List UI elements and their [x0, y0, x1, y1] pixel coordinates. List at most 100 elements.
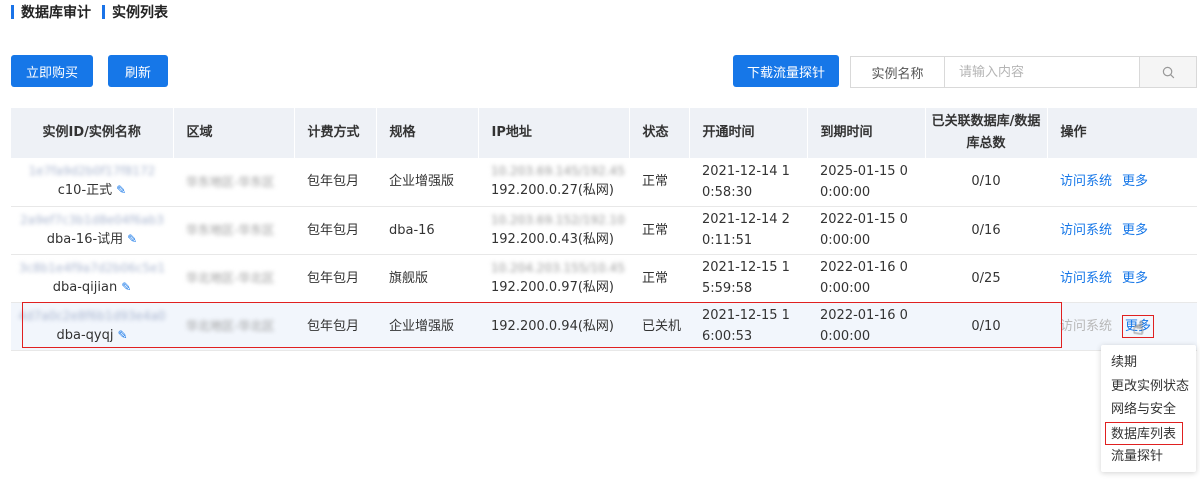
region-value: 华东地区-华东区 [186, 174, 275, 189]
col-ip: IP地址 [478, 108, 630, 158]
instance-name: dba-16-试用 [46, 231, 124, 247]
menu-item-change-status[interactable]: 更改实例状态 [1101, 375, 1196, 399]
instance-id[interactable]: 4d7a0c2e8f6b1d93e4a0 [11, 307, 173, 325]
table-row: 2a9ef7c3b1d8e04f6ab3 dba-16-试用 ✎ 华东地区-华东区… [11, 206, 1197, 255]
breadcrumb: 数据库审计 实例列表 [11, 2, 179, 22]
db-count-cell: 0/25 [925, 254, 1047, 303]
spec-cell: 旗舰版 [376, 254, 478, 303]
search-bar: 实例名称 [850, 56, 1197, 88]
col-billing: 计费方式 [294, 108, 377, 158]
expire-time-cell: 2022-01-16 00:00:00 [807, 254, 925, 303]
expire-time-cell: 2022-01-15 00:00:00 [807, 206, 925, 255]
db-count-cell: 0/10 [925, 302, 1047, 351]
open-time-cell: 2021-12-15 16:00:53 [689, 302, 807, 351]
more-dropdown-menu: 续期 更改实例状态 网络与安全 数据库列表 流量探针 [1101, 345, 1196, 472]
public-ip: 10.203.69.152/192.10 [491, 212, 625, 227]
more-link[interactable]: 更多 [1122, 223, 1148, 238]
buy-now-button[interactable]: 立即购买 [11, 55, 93, 87]
more-link[interactable]: 更多 [1122, 174, 1148, 189]
more-link[interactable]: 更多 [1122, 271, 1148, 286]
ip-cell: 10.203.69.152/192.10 192.200.0.43(私网) [478, 206, 629, 255]
status-cell: 已关机 [629, 302, 689, 351]
col-instance: 实例ID/实例名称 [11, 108, 174, 158]
breadcrumb-marker [102, 5, 105, 19]
region-cell: 华东地区-华东区 [173, 206, 294, 255]
open-time-cell: 2021-12-14 10:58:30 [689, 158, 807, 207]
billing-cell: 包年包月 [294, 254, 376, 303]
more-link-active[interactable]: 更多 ☝ [1122, 314, 1155, 339]
private-ip: 192.200.0.97(私网) [491, 279, 614, 295]
instance-id[interactable]: 3c8b1e4f9a7d2b06c5e1 [11, 259, 173, 277]
table-row: 1e7fa9d2b0f17f8172 c10-正式 ✎ 华东地区-华东区 包年包月… [11, 158, 1197, 207]
menu-item-network-security[interactable]: 网络与安全 [1101, 398, 1196, 422]
instance-cell: 2a9ef7c3b1d8e04f6ab3 dba-16-试用 ✎ [11, 206, 173, 255]
region-value: 华东地区-华东区 [186, 223, 275, 237]
edit-name-icon[interactable]: ✎ [117, 328, 127, 342]
instance-table: 实例ID/实例名称 区域 计费方式 规格 IP地址 状态 开通时间 到期时间 已… [11, 108, 1198, 351]
open-time-cell: 2021-12-15 15:59:58 [689, 254, 807, 303]
search-icon [1162, 66, 1174, 78]
region-cell: 华北地区-华北区 [173, 254, 294, 303]
region-value: 华北地区-华北区 [186, 271, 275, 285]
edit-name-icon[interactable]: ✎ [121, 280, 131, 294]
breadcrumb-item-audit[interactable]: 数据库审计 [21, 2, 91, 22]
expire-time-cell: 2022-01-16 00:00:00 [807, 302, 925, 351]
spec-cell: dba-16 [376, 206, 478, 255]
spec-cell: 企业增强版 [376, 302, 478, 351]
instance-cell: 1e7fa9d2b0f17f8172 c10-正式 ✎ [11, 158, 173, 207]
public-ip: 10.204.203.155/10.45 [491, 260, 625, 275]
edit-name-icon[interactable]: ✎ [127, 232, 137, 246]
instance-cell: 4d7a0c2e8f6b1d93e4a0 dba-qyqj ✎ [11, 302, 173, 351]
search-input[interactable] [945, 57, 1139, 87]
col-expire-time: 到期时间 [807, 108, 926, 158]
menu-item-renew[interactable]: 续期 [1101, 351, 1196, 375]
public-ip: 10.203.69.145/192.45 [491, 164, 625, 179]
visit-system-link[interactable]: 访问系统 [1060, 271, 1112, 286]
search-type-select[interactable]: 实例名称 [851, 57, 945, 87]
spec-cell: 企业增强版 [376, 158, 478, 207]
hand-cursor-icon: ☝ [1133, 317, 1144, 339]
actions-cell: 访问系统 更多 [1047, 206, 1197, 255]
breadcrumb-item-instances: 实例列表 [112, 5, 168, 21]
table-row: 3c8b1e4f9a7d2b06c5e1 dba-qijian ✎ 华北地区-华北… [11, 254, 1197, 303]
private-ip: 192.200.0.43(私网) [491, 231, 614, 247]
billing-cell: 包年包月 [294, 206, 376, 255]
col-actions: 操作 [1047, 108, 1198, 158]
edit-name-icon[interactable]: ✎ [116, 183, 126, 197]
col-spec: 规格 [376, 108, 479, 158]
download-probe-button[interactable]: 下载流量探针 [733, 55, 839, 87]
status-cell: 正常 [629, 254, 689, 303]
col-region: 区域 [173, 108, 295, 158]
col-open-time: 开通时间 [689, 108, 808, 158]
actions-cell: 访问系统 更多 [1047, 254, 1197, 303]
col-status: 状态 [629, 108, 690, 158]
search-button[interactable] [1139, 57, 1196, 87]
actions-cell: 访问系统 更多 [1047, 158, 1197, 207]
region-cell: 华东地区-华东区 [173, 158, 294, 207]
col-db-count: 已关联数据库/数据库总数 [925, 108, 1048, 158]
breadcrumb-marker [11, 5, 14, 19]
refresh-button[interactable]: 刷新 [108, 55, 168, 87]
instance-id[interactable]: 1e7fa9d2b0f17f8172 [11, 162, 173, 180]
billing-cell: 包年包月 [294, 158, 376, 207]
menu-item-database-list[interactable]: 数据库列表 [1105, 421, 1183, 445]
visit-system-link-disabled: 访问系统 [1060, 318, 1113, 334]
instance-name: c10-正式 [57, 183, 113, 199]
status-cell: 正常 [629, 158, 689, 207]
actions-cell: 访问系统 更多 ☝ [1047, 302, 1197, 351]
expire-time-cell: 2025-01-15 00:00:00 [807, 158, 925, 207]
ip-cell: 10.204.203.155/10.45 192.200.0.97(私网) [478, 254, 629, 303]
private-ip: 192.200.0.27(私网) [491, 183, 614, 199]
table-header-row: 实例ID/实例名称 区域 计费方式 规格 IP地址 状态 开通时间 到期时间 已… [11, 108, 1198, 158]
region-value: 华北地区-华北区 [186, 319, 275, 333]
visit-system-link[interactable]: 访问系统 [1060, 223, 1112, 238]
instance-name: dba-qijian [52, 279, 118, 295]
billing-cell: 包年包月 [294, 302, 376, 351]
db-count-cell: 0/16 [925, 206, 1047, 255]
table-row-selected: 4d7a0c2e8f6b1d93e4a0 dba-qyqj ✎ 华北地区-华北区 … [11, 302, 1197, 351]
instance-id[interactable]: 2a9ef7c3b1d8e04f6ab3 [11, 211, 173, 229]
region-cell: 华北地区-华北区 [173, 302, 294, 351]
visit-system-link[interactable]: 访问系统 [1060, 174, 1112, 189]
menu-item-traffic-probe[interactable]: 流量探针 [1101, 445, 1196, 469]
db-count-cell: 0/10 [925, 158, 1047, 207]
